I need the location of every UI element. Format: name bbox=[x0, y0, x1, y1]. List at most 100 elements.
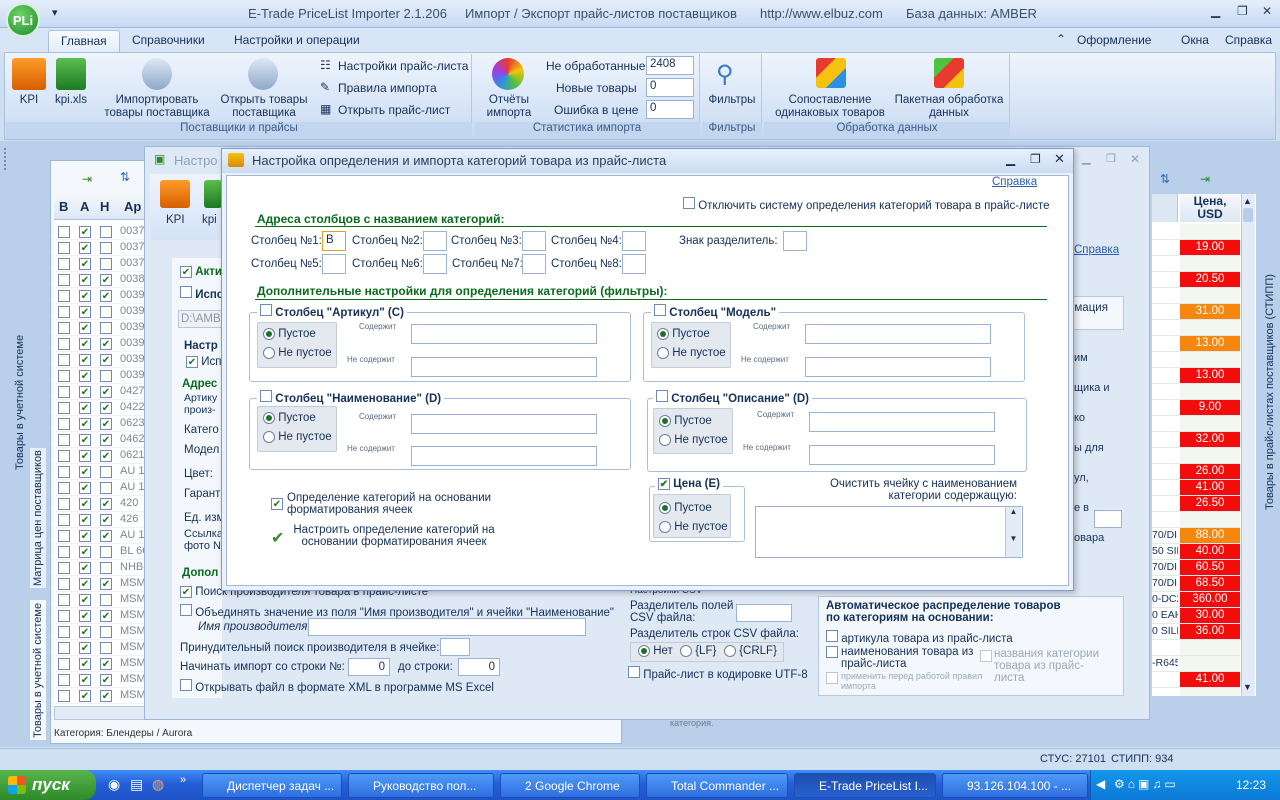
row-checkbox[interactable] bbox=[100, 338, 112, 350]
row-checkbox[interactable] bbox=[100, 226, 112, 238]
price-sort-icon[interactable]: ⇅ bbox=[1160, 172, 1170, 186]
dialog-help-link[interactable]: Справка bbox=[992, 176, 1037, 188]
price-row[interactable]: -R645 bbox=[1152, 656, 1240, 672]
description-contains-input[interactable] bbox=[809, 412, 995, 432]
description-empty-radio[interactable] bbox=[659, 415, 671, 427]
taskbar-task-manager[interactable]: Диспетчер задач ... bbox=[202, 773, 342, 798]
apply-rules-checkbox[interactable] bbox=[826, 672, 838, 684]
row-checkbox[interactable] bbox=[79, 370, 91, 382]
row-checkbox[interactable] bbox=[79, 290, 91, 302]
row-checkbox[interactable] bbox=[58, 274, 70, 286]
csv-sep-input[interactable] bbox=[736, 604, 792, 622]
minimize-icon[interactable]: ▁ bbox=[1211, 4, 1220, 18]
price-vscroll[interactable] bbox=[1241, 194, 1255, 696]
row-checkbox[interactable] bbox=[100, 562, 112, 574]
table-row[interactable]: MSM bbox=[54, 624, 154, 640]
row-checkbox[interactable] bbox=[79, 610, 91, 622]
table-row[interactable]: 0039 bbox=[54, 368, 154, 384]
col5-input[interactable] bbox=[322, 254, 346, 274]
table-row[interactable]: 0422 bbox=[54, 400, 154, 416]
price-row[interactable]: 41.00 bbox=[1152, 480, 1240, 496]
quicklaunch-save-icon[interactable]: ▤ bbox=[130, 776, 143, 793]
col8-input[interactable] bbox=[622, 254, 646, 274]
row-checkbox[interactable] bbox=[58, 690, 70, 702]
table-row[interactable]: MSM bbox=[54, 592, 154, 608]
menu-windows[interactable]: Окна bbox=[1181, 33, 1209, 47]
model-notcontains-input[interactable] bbox=[805, 357, 991, 377]
price-row[interactable]: 0 SILE36.00 bbox=[1152, 624, 1240, 640]
table-row[interactable]: MSM bbox=[54, 576, 154, 592]
row-checkbox[interactable] bbox=[79, 642, 91, 654]
to-row-input[interactable]: 0 bbox=[458, 658, 500, 676]
table-row[interactable]: 0623 bbox=[54, 416, 154, 432]
name-empty-radio[interactable] bbox=[263, 412, 275, 424]
row-checkbox[interactable] bbox=[58, 514, 70, 526]
row-checkbox[interactable] bbox=[58, 530, 70, 542]
sort-icon[interactable]: ⇅ bbox=[120, 170, 130, 184]
back-minimize-icon[interactable]: ▁ bbox=[1082, 152, 1090, 165]
row-checkbox[interactable] bbox=[79, 626, 91, 638]
row-checkbox[interactable] bbox=[100, 626, 112, 638]
price-row[interactable]: 19.00 bbox=[1152, 240, 1240, 256]
dialog-minimize-icon[interactable]: ▁ bbox=[1006, 152, 1015, 166]
import-rules-button[interactable]: Правила импорта bbox=[338, 81, 437, 95]
col7-input[interactable] bbox=[522, 254, 546, 274]
table-row[interactable]: 0427 bbox=[54, 384, 154, 400]
row-checkbox[interactable] bbox=[100, 386, 112, 398]
row-checkbox[interactable] bbox=[100, 418, 112, 430]
utf8-checkbox[interactable] bbox=[628, 666, 640, 678]
row-checkbox[interactable] bbox=[79, 530, 91, 542]
row-checkbox[interactable] bbox=[79, 418, 91, 430]
dialog-restore-icon[interactable]: ❐ bbox=[1030, 152, 1041, 166]
taskbar-chrome[interactable]: 2 Google Chrome bbox=[500, 773, 640, 798]
search-mfr-checkbox[interactable] bbox=[180, 586, 192, 598]
table-row[interactable]: BL 66 bbox=[54, 544, 154, 560]
filter-name-checkbox[interactable] bbox=[260, 390, 272, 402]
price-row[interactable]: 13.00 bbox=[1152, 368, 1240, 384]
row-checkbox[interactable] bbox=[58, 450, 70, 462]
quicklaunch-firefox-icon[interactable]: ◍ bbox=[152, 776, 164, 793]
row-checkbox[interactable] bbox=[58, 354, 70, 366]
tray-expand-icon[interactable]: ◀ bbox=[1096, 777, 1105, 791]
price-row[interactable] bbox=[1152, 320, 1240, 336]
price-row[interactable] bbox=[1152, 512, 1240, 528]
row-checkbox[interactable] bbox=[58, 242, 70, 254]
row-checkbox[interactable] bbox=[100, 354, 112, 366]
price-row[interactable]: 26.50 bbox=[1152, 496, 1240, 512]
price-settings-button[interactable]: Настройки прайс-листа bbox=[338, 59, 468, 73]
app-logo[interactable]: PLi bbox=[6, 3, 40, 37]
price-row[interactable]: 70/DI 88.00 bbox=[1152, 528, 1240, 544]
row-checkbox[interactable] bbox=[100, 546, 112, 558]
price-row[interactable]: 50 SIL40.00 bbox=[1152, 544, 1240, 560]
row-checkbox[interactable] bbox=[100, 306, 112, 318]
taskbar-etrade[interactable]: E-Trade PriceList I... bbox=[794, 773, 936, 798]
path-field[interactable]: D:\AMB bbox=[178, 310, 222, 328]
price-column-header[interactable]: Цена, USD bbox=[1180, 194, 1240, 222]
taskbar-remote[interactable]: 93.126.104.100 - ... bbox=[942, 773, 1088, 798]
row-checkbox[interactable] bbox=[79, 562, 91, 574]
price-row[interactable]: 20.50 bbox=[1152, 272, 1240, 288]
tab-settings-operations[interactable]: Настройки и операции bbox=[222, 30, 372, 52]
article-notempty-radio[interactable] bbox=[263, 347, 275, 359]
batch-processing-button[interactable]: Пакетная обработка данных bbox=[894, 94, 1004, 120]
row-checkbox[interactable] bbox=[100, 690, 112, 702]
row-checkbox[interactable] bbox=[100, 610, 112, 622]
back-kpi-xls-button[interactable]: kpi bbox=[202, 214, 217, 227]
filter-article-checkbox[interactable] bbox=[260, 304, 272, 316]
price-row[interactable] bbox=[1152, 640, 1240, 656]
formatting-settings-link[interactable]: Настроить определение категорий на основ… bbox=[289, 524, 499, 548]
kpi-xls-button[interactable]: kpi.xls bbox=[50, 94, 92, 107]
row-checkbox[interactable] bbox=[79, 434, 91, 446]
table-row[interactable]: 0039 bbox=[54, 336, 154, 352]
table-row[interactable]: MSM bbox=[54, 640, 154, 656]
row-checkbox[interactable] bbox=[100, 530, 112, 542]
description-notempty-radio[interactable] bbox=[659, 434, 671, 446]
price-row[interactable] bbox=[1152, 352, 1240, 368]
table-row[interactable]: 0039 bbox=[54, 288, 154, 304]
textarea-scrollbar[interactable]: ▲ ▼ bbox=[1005, 507, 1021, 557]
row-checkbox[interactable] bbox=[79, 690, 91, 702]
price-row[interactable]: 0 EAH30.00 bbox=[1152, 608, 1240, 624]
price-row[interactable] bbox=[1152, 256, 1240, 272]
row-checkbox[interactable] bbox=[79, 578, 91, 590]
row-checkbox[interactable] bbox=[79, 674, 91, 686]
